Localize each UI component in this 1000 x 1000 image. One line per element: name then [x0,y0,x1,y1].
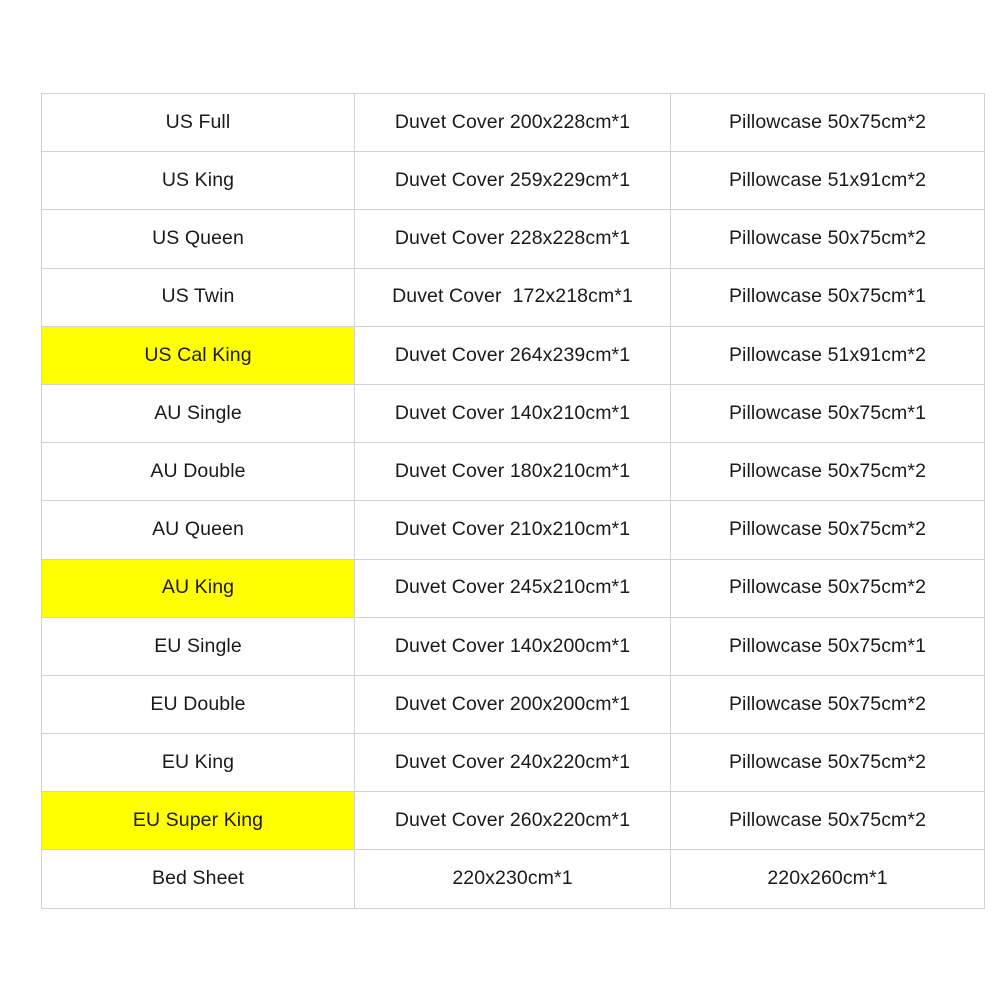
cell-pillowcase: Pillowcase 51x91cm*2 [670,325,985,385]
cell-duvet-cover: Duvet Cover 228x228cm*1 [354,209,671,269]
table-row: Bed Sheet 220x230cm*1 220x260cm*1 [41,849,985,909]
cell-size-name: US Full [41,92,355,153]
cell-size-name: Bed Sheet [41,849,355,909]
cell-duvet-cover: 220x230cm*1 [354,849,671,909]
table-row: US King Duvet Cover 259x229cm*1 Pillowcase… [41,151,985,211]
cell-pillowcase: Pillowcase 50x75cm*1 [670,616,985,676]
cell-duvet-cover: Duvet Cover 240x220cm*1 [354,733,671,793]
cell-pillowcase: Pillowcase 50x75cm*1 [670,383,985,444]
table-row: US Full Duvet Cover 200x228cm*1 Pillowcase… [41,92,985,153]
table-row: EU King Duvet Cover 240x220cm*1 Pillowcase… [41,733,985,793]
table-row: US Cal King Duvet Cover 264x239cm*1 Pillow… [41,325,985,385]
cell-pillowcase: Pillowcase 50x75cm*2 [670,791,985,851]
cell-size-name: EU Single [41,616,355,676]
cell-size-name: US King [41,151,355,211]
cell-pillowcase: Pillowcase 50x75cm*1 [670,267,985,327]
cell-duvet-cover: Duvet Cover 200x200cm*1 [354,674,671,735]
cell-pillowcase: Pillowcase 51x91cm*2 [670,151,985,211]
cell-pillowcase: Pillowcase 50x75cm*2 [670,92,985,153]
cell-pillowcase: 220x260cm*1 [670,849,985,909]
cell-duvet-cover: Duvet Cover 260x220cm*1 [354,791,671,851]
cell-size-name: US Cal King [41,325,355,385]
cell-duvet-cover: Duvet Cover 172x218cm*1 [354,267,671,327]
cell-pillowcase: Pillowcase 50x75cm*2 [670,733,985,793]
table-row: EU Double Duvet Cover 200x200cm*1 Pillowca… [41,674,985,735]
cell-pillowcase: Pillowcase 50x75cm*2 [670,209,985,269]
cell-duvet-cover: Duvet Cover 259x229cm*1 [354,151,671,211]
cell-size-name: EU King [41,733,355,793]
cell-duvet-cover: Duvet Cover 180x210cm*1 [354,442,671,502]
table-row: EU Super King Duvet Cover 260x220cm*1 Pill… [41,791,985,851]
cell-size-name: AU Queen [41,500,355,560]
cell-size-name: AU Double [41,442,355,502]
page-root: US Full Duvet Cover 200x228cm*1 Pillowcase… [0,0,1000,1000]
cell-size-name: EU Double [41,674,355,735]
cell-pillowcase: Pillowcase 50x75cm*2 [670,500,985,560]
table-row: AU Single Duvet Cover 140x210cm*1 Pillowca… [41,383,985,444]
table-row: US Queen Duvet Cover 228x228cm*1 Pillowcas… [41,209,985,269]
size-table: US Full Duvet Cover 200x228cm*1 Pillowcase… [41,92,985,909]
cell-duvet-cover: Duvet Cover 140x210cm*1 [354,383,671,444]
table-row: AU Queen Duvet Cover 210x210cm*1 Pillowcas… [41,500,985,560]
cell-size-name: US Twin [41,267,355,327]
cell-pillowcase: Pillowcase 50x75cm*2 [670,558,985,618]
cell-duvet-cover: Duvet Cover 140x200cm*1 [354,616,671,676]
cell-size-name: EU Super King [41,791,355,851]
size-table-body: US Full Duvet Cover 200x228cm*1 Pillowcase… [41,92,985,909]
bedding-size-chart: US Full Duvet Cover 200x228cm*1 Pillowcase… [41,92,985,909]
cell-duvet-cover: Duvet Cover 200x228cm*1 [354,92,671,153]
table-row: EU Single Duvet Cover 140x200cm*1 Pillowca… [41,616,985,676]
cell-duvet-cover: Duvet Cover 264x239cm*1 [354,325,671,385]
cell-size-name: AU Single [41,383,355,444]
cell-pillowcase: Pillowcase 50x75cm*2 [670,674,985,735]
cell-pillowcase: Pillowcase 50x75cm*2 [670,442,985,502]
cell-duvet-cover: Duvet Cover 245x210cm*1 [354,558,671,618]
cell-duvet-cover: Duvet Cover 210x210cm*1 [354,500,671,560]
cell-size-name: AU King [41,558,355,618]
table-row: US Twin Duvet Cover 172x218cm*1 Pillowcase… [41,267,985,327]
table-row: AU Double Duvet Cover 180x210cm*1 Pillowca… [41,442,985,502]
cell-size-name: US Queen [41,209,355,269]
table-row: AU King Duvet Cover 245x210cm*1 Pillowcase… [41,558,985,618]
